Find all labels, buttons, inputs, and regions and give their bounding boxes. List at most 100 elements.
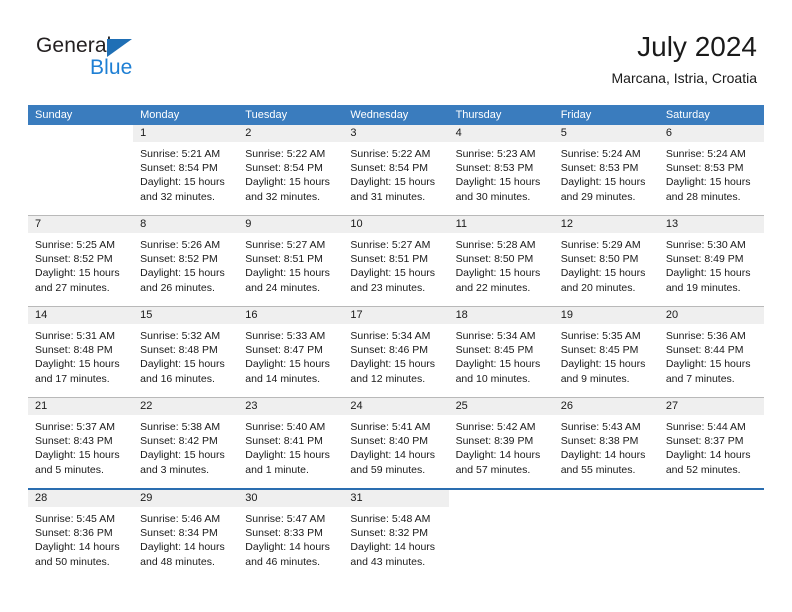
day-detail-line: and 20 minutes. xyxy=(560,281,636,294)
day-detail-line: Sunrise: 5:38 AM xyxy=(140,421,221,433)
day-details: Sunrise: 5:36 AM Sunset: 8:44 PM Daylight:… xyxy=(659,324,764,386)
calendar-page: General Blue July 2024 Marcana, Istria, … xyxy=(0,0,792,612)
day-detail-line: and 19 minutes. xyxy=(665,281,741,294)
day-detail-line: Sunset: 8:51 PM xyxy=(350,253,429,266)
day-details xyxy=(28,142,133,147)
day-detail-line: and 5 minutes. xyxy=(35,463,104,476)
day-number: 1 xyxy=(133,125,239,142)
page-subtitle: Marcana, Istria, Croatia xyxy=(611,70,758,86)
day-detail-line: and 9 minutes. xyxy=(560,372,630,385)
day-cell: 29 Sunrise: 5:46 AM Sunset: 8:34 PM Dayligh… xyxy=(133,490,239,580)
day-cell: 28 Sunrise: 5:45 AM Sunset: 8:36 PM Dayligh… xyxy=(28,490,134,580)
day-detail-line: and 28 minutes. xyxy=(665,190,741,203)
day-details: Sunrise: 5:22 AM Sunset: 8:54 PM Daylight:… xyxy=(343,142,448,204)
day-cell: 24 Sunrise: 5:41 AM Sunset: 8:40 PM Dayligh… xyxy=(343,398,449,488)
day-detail-line: and 23 minutes. xyxy=(350,281,426,294)
day-detail-line: Sunrise: 5:36 AM xyxy=(665,330,746,342)
day-details xyxy=(449,507,554,512)
day-detail-line: Sunset: 8:54 PM xyxy=(245,162,323,175)
day-cell: 13 Sunrise: 5:30 AM Sunset: 8:49 PM Dayligh… xyxy=(658,216,764,306)
weekday-header-row: Sunday Monday Tuesday Wednesday Thursday Frid… xyxy=(28,105,764,125)
day-details: Sunrise: 5:46 AM Sunset: 8:34 PM Daylight:… xyxy=(133,507,238,569)
day-number: 17 xyxy=(343,307,449,324)
general-blue-logo: General Blue xyxy=(36,34,186,86)
day-detail-line: Daylight: 15 hours xyxy=(560,358,646,371)
title-block: July 2024 Marcana, Istria, Croatia xyxy=(612,30,758,87)
day-detail-line: Sunrise: 5:37 AM xyxy=(35,421,115,433)
day-detail-line: Sunrise: 5:45 AM xyxy=(35,513,115,525)
day-detail-line: Sunset: 8:48 PM xyxy=(140,344,218,357)
day-number: 23 xyxy=(238,398,344,415)
day-number: 3 xyxy=(343,125,449,142)
day-details xyxy=(554,507,659,512)
day-detail-line: Daylight: 15 hours xyxy=(350,358,436,371)
day-detail-line: Sunrise: 5:42 AM xyxy=(455,421,536,433)
day-detail-line: Sunrise: 5:34 AM xyxy=(455,330,536,342)
day-detail-line: and 52 minutes. xyxy=(665,463,741,476)
day-number: 2 xyxy=(238,125,344,142)
day-detail-line: and 29 minutes. xyxy=(560,190,636,203)
day-detail-line: and 55 minutes. xyxy=(560,463,636,476)
day-detail-line: Daylight: 14 hours xyxy=(560,449,646,462)
day-detail-line: Sunrise: 5:22 AM xyxy=(350,148,431,160)
day-cell: 16 Sunrise: 5:33 AM Sunset: 8:47 PM Dayligh… xyxy=(238,307,344,397)
day-detail-line: Sunset: 8:36 PM xyxy=(35,527,113,540)
day-detail-line: and 27 minutes. xyxy=(35,281,110,294)
day-number xyxy=(554,490,659,507)
day-detail-line: Sunrise: 5:34 AM xyxy=(350,330,431,342)
day-details: Sunrise: 5:40 AM Sunset: 8:41 PM Daylight:… xyxy=(238,415,343,477)
day-cell: 25 Sunrise: 5:42 AM Sunset: 8:39 PM Dayligh… xyxy=(448,398,554,488)
day-cell: 8 Sunrise: 5:26 AM Sunset: 8:52 PM Daylight… xyxy=(133,216,239,306)
day-details: Sunrise: 5:25 AM Sunset: 8:52 PM Daylight:… xyxy=(28,233,133,295)
day-cell: 14 Sunrise: 5:31 AM Sunset: 8:48 PM Dayligh… xyxy=(28,307,134,397)
day-cell: 26 Sunrise: 5:43 AM Sunset: 8:38 PM Dayligh… xyxy=(553,398,659,488)
day-detail-line: Daylight: 15 hours xyxy=(245,176,330,189)
day-detail-line: Sunset: 8:38 PM xyxy=(560,435,639,448)
day-detail-line: Daylight: 14 hours xyxy=(350,449,436,462)
day-detail-line: Sunrise: 5:28 AM xyxy=(455,239,536,251)
day-details: Sunrise: 5:26 AM Sunset: 8:52 PM Daylight:… xyxy=(133,233,238,295)
day-number: 30 xyxy=(238,490,344,507)
day-detail-line: Sunrise: 5:35 AM xyxy=(560,330,641,342)
day-detail-line: Sunrise: 5:24 AM xyxy=(665,148,746,160)
weekday-header-tuesday: Tuesday xyxy=(245,109,288,121)
day-cell: 7 Sunrise: 5:25 AM Sunset: 8:52 PM Daylight… xyxy=(28,216,134,306)
day-number: 8 xyxy=(133,216,239,233)
day-detail-line: Sunset: 8:39 PM xyxy=(455,435,534,448)
week-row: 7 Sunrise: 5:25 AM Sunset: 8:52 PM Daylight… xyxy=(28,215,764,306)
day-details: Sunrise: 5:41 AM Sunset: 8:40 PM Daylight:… xyxy=(343,415,448,477)
day-cell: 22 Sunrise: 5:38 AM Sunset: 8:42 PM Dayligh… xyxy=(133,398,239,488)
day-detail-line: and 24 minutes. xyxy=(245,281,320,294)
day-detail-line: Sunrise: 5:40 AM xyxy=(245,421,326,433)
day-number: 14 xyxy=(28,307,134,324)
day-cell: 23 Sunrise: 5:40 AM Sunset: 8:41 PM Dayligh… xyxy=(238,398,344,488)
day-detail-line: and 31 minutes. xyxy=(350,190,426,203)
day-cell-empty xyxy=(28,125,133,215)
day-detail-line: Sunset: 8:52 PM xyxy=(140,253,218,266)
day-detail-line: Sunset: 8:44 PM xyxy=(665,344,744,357)
day-cell: 19 Sunrise: 5:35 AM Sunset: 8:45 PM Dayligh… xyxy=(553,307,659,397)
day-detail-line: Daylight: 15 hours xyxy=(455,267,541,280)
day-number: 20 xyxy=(658,307,764,324)
day-cell: 31 Sunrise: 5:48 AM Sunset: 8:32 PM Dayligh… xyxy=(343,490,449,580)
day-details: Sunrise: 5:48 AM Sunset: 8:32 PM Daylight:… xyxy=(343,507,448,569)
day-detail-line: Sunset: 8:47 PM xyxy=(245,344,323,357)
day-detail-line: and 32 minutes. xyxy=(245,190,320,203)
day-cell: 27 Sunrise: 5:44 AM Sunset: 8:37 PM Dayligh… xyxy=(658,398,764,488)
day-detail-line: Sunrise: 5:23 AM xyxy=(455,148,536,160)
day-number xyxy=(659,490,764,507)
logo-text-blue: Blue xyxy=(90,56,133,79)
day-detail-line: Sunrise: 5:47 AM xyxy=(245,513,326,525)
day-cell-empty xyxy=(449,490,554,580)
day-details: Sunrise: 5:21 AM Sunset: 8:54 PM Daylight:… xyxy=(133,142,238,204)
day-details: Sunrise: 5:27 AM Sunset: 8:51 PM Daylight:… xyxy=(343,233,448,295)
day-details: Sunrise: 5:28 AM Sunset: 8:50 PM Daylight:… xyxy=(449,233,554,295)
day-detail-line: Daylight: 15 hours xyxy=(140,176,225,189)
day-number: 10 xyxy=(343,216,449,233)
day-number: 6 xyxy=(658,125,764,142)
day-details: Sunrise: 5:23 AM Sunset: 8:53 PM Daylight:… xyxy=(449,142,554,204)
day-cell: 12 Sunrise: 5:29 AM Sunset: 8:50 PM Dayligh… xyxy=(553,216,659,306)
day-details: Sunrise: 5:32 AM Sunset: 8:48 PM Daylight:… xyxy=(133,324,238,386)
day-detail-line: Daylight: 15 hours xyxy=(140,449,225,462)
day-cell: 21 Sunrise: 5:37 AM Sunset: 8:43 PM Dayligh… xyxy=(28,398,134,488)
